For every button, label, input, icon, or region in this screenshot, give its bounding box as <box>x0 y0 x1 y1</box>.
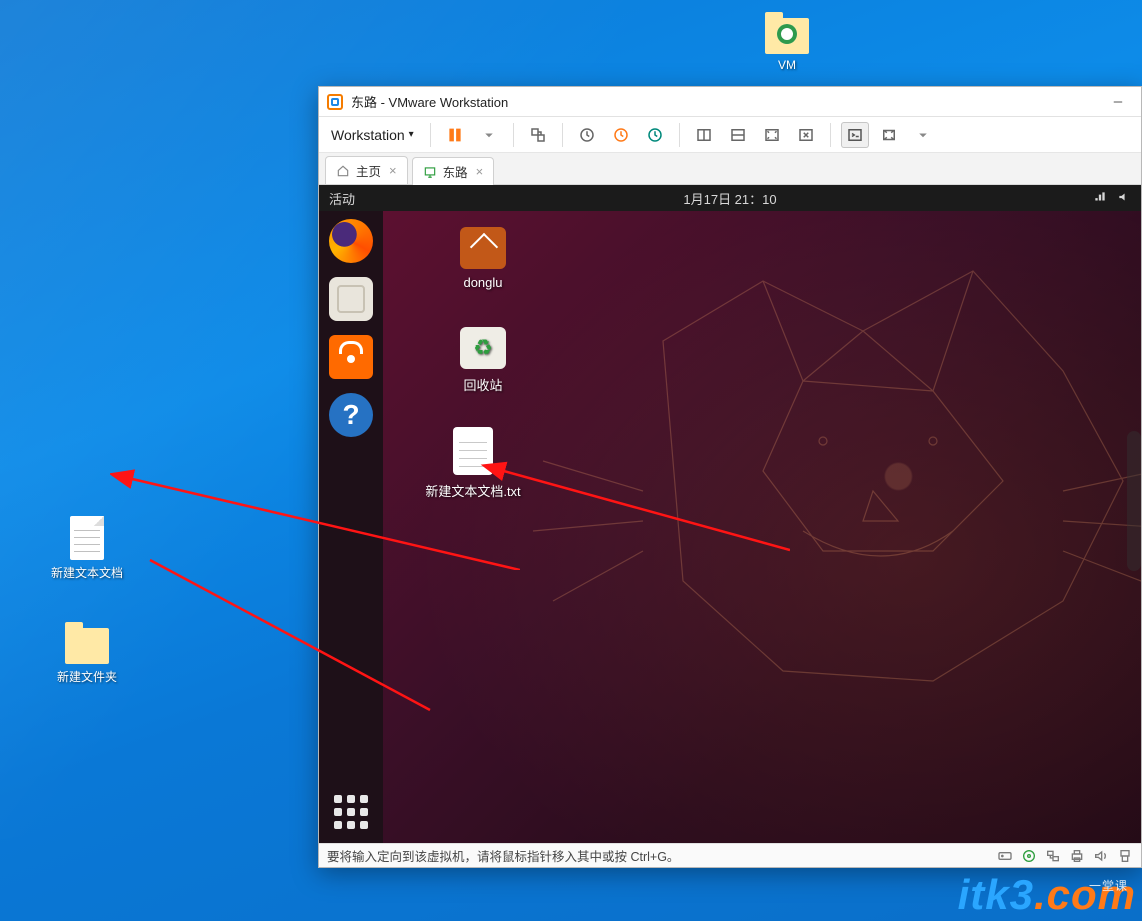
activities-button[interactable]: 活动 <box>329 189 355 208</box>
tab-label: 东路 <box>443 162 468 181</box>
desktop-icon-vm-folder[interactable]: VM <box>742 10 832 72</box>
ubuntu-topbar: 活动 1月17日 21：10 <box>319 185 1141 211</box>
folder-icon <box>65 628 109 664</box>
text-file-icon <box>453 427 493 475</box>
dock-software-store[interactable] <box>329 335 373 379</box>
status-hdd-icon[interactable] <box>997 848 1013 864</box>
snapshot-manager-button[interactable] <box>641 122 669 148</box>
icon-label: 回收站 <box>423 375 543 394</box>
view-unity-button[interactable] <box>792 122 820 148</box>
pause-button[interactable] <box>441 122 469 148</box>
separator <box>830 123 831 147</box>
snapshot-revert-button[interactable] <box>607 122 635 148</box>
separator <box>679 123 680 147</box>
icon-label: 新建文本文档 <box>42 564 132 581</box>
separator <box>562 123 563 147</box>
vmware-window: 东路 - VMware Workstation — Workstation ▾ <box>318 86 1142 868</box>
view-single-button[interactable] <box>690 122 718 148</box>
vm-viewport[interactable]: 活动 1月17日 21：10 ? <box>319 185 1141 843</box>
ubuntu-icon-txt[interactable]: 新建文本文档.txt <box>413 427 533 500</box>
window-title: 东路 - VMware Workstation <box>351 92 508 111</box>
chevron-down-icon: ▾ <box>409 129 414 140</box>
tab-vm-donglu[interactable]: 东路 × <box>412 157 495 185</box>
folder-icon <box>765 18 809 54</box>
tab-strip: 主页 × 东路 × <box>319 153 1141 185</box>
watermark-brand-a: itk3 <box>958 871 1034 918</box>
trash-icon <box>460 327 506 369</box>
home-icon <box>336 164 350 178</box>
question-icon: ? <box>342 399 359 431</box>
status-usb-icon[interactable] <box>1117 848 1133 864</box>
separator <box>430 123 431 147</box>
menu-label-text: Workstation <box>331 127 405 143</box>
status-cd-icon[interactable] <box>1021 848 1037 864</box>
watermark-tag: 一堂课 <box>1089 877 1128 894</box>
titlebar[interactable]: 东路 - VMware Workstation — <box>319 87 1141 117</box>
status-hint: 要将输入定向到该虚拟机，请将鼠标指针移入其中或按 Ctrl+G。 <box>327 846 679 865</box>
network-icon[interactable] <box>1093 190 1107 207</box>
desktop-icon-new-folder[interactable]: 新建文件夹 <box>42 620 132 685</box>
close-icon[interactable]: × <box>389 163 397 178</box>
minimize-button[interactable]: — <box>1103 91 1133 113</box>
stretch-guest-button[interactable] <box>875 122 903 148</box>
tab-label: 主页 <box>356 161 381 180</box>
status-sound-icon[interactable] <box>1093 848 1109 864</box>
status-network-icon[interactable] <box>1045 848 1061 864</box>
desktop-icon-text-doc[interactable]: 新建文本文档 <box>42 516 132 581</box>
power-dropdown[interactable] <box>475 122 503 148</box>
vmware-statusbar: 要将输入定向到该虚拟机，请将鼠标指针移入其中或按 Ctrl+G。 <box>319 843 1141 867</box>
ubuntu-icon-trash[interactable]: 回收站 <box>423 327 543 394</box>
console-view-button[interactable] <box>841 122 869 148</box>
watermark: 一堂课 itk3.com <box>958 871 1136 919</box>
home-folder-icon <box>460 227 506 269</box>
icon-label: 新建文件夹 <box>42 668 132 685</box>
ubuntu-scrollbar[interactable] <box>1127 431 1141 571</box>
icon-label: VM <box>742 58 832 72</box>
wallpaper-lineart <box>503 221 1141 781</box>
clock[interactable]: 1月17日 21：10 <box>683 189 776 208</box>
dock-firefox[interactable] <box>329 219 373 263</box>
speaker-icon[interactable] <box>1117 190 1131 207</box>
ubuntu-icon-home[interactable]: donglu <box>423 227 543 290</box>
dock-show-apps[interactable] <box>334 795 368 829</box>
view-fullscreen-button[interactable] <box>758 122 786 148</box>
icon-label: donglu <box>423 275 543 290</box>
toolbar: Workstation ▾ <box>319 117 1141 153</box>
stretch-dropdown[interactable] <box>909 122 937 148</box>
vmware-logo-icon <box>327 94 343 110</box>
icon-label: 新建文本文档.txt <box>413 481 533 500</box>
dock-help[interactable]: ? <box>329 393 373 437</box>
tab-home[interactable]: 主页 × <box>325 156 408 184</box>
vm-icon <box>423 165 437 179</box>
text-file-icon <box>70 516 104 560</box>
snapshot-take-button[interactable] <box>573 122 601 148</box>
separator <box>513 123 514 147</box>
workstation-menu[interactable]: Workstation ▾ <box>325 123 420 147</box>
view-split-button[interactable] <box>724 122 752 148</box>
close-icon[interactable]: × <box>476 164 484 179</box>
ubuntu-dock: ? <box>319 211 383 843</box>
send-ctrl-alt-del-button[interactable] <box>524 122 552 148</box>
dock-files[interactable] <box>329 277 373 321</box>
status-printer-icon[interactable] <box>1069 848 1085 864</box>
ubuntu-desktop[interactable]: donglu 回收站 新建文本文档.txt <box>383 211 1141 843</box>
